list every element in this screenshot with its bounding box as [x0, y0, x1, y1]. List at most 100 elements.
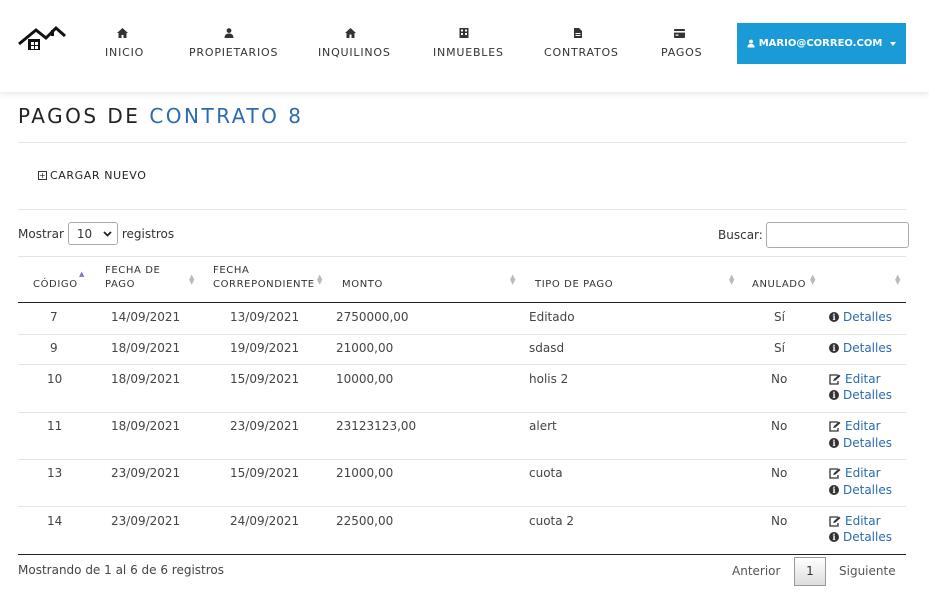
cell-fecha-pago: 23/09/2021	[111, 466, 181, 480]
home-icon	[105, 28, 139, 42]
divider	[18, 256, 906, 257]
nav-item-inquilinos[interactable]: INQUILINOS	[318, 28, 391, 59]
cell-monto: 21000,00	[336, 466, 394, 480]
logo-icon[interactable]	[18, 24, 66, 52]
details-link[interactable]: i Detalles	[829, 310, 892, 324]
details-link[interactable]: i Detalles	[829, 436, 892, 450]
column-header-fecha-pago[interactable]: FECHA DE PAGO	[105, 264, 160, 292]
cell-tipo-pago: alert	[529, 419, 557, 433]
cell-fecha-corr: 24/09/2021	[230, 514, 300, 528]
cell-codigo: 13	[47, 466, 63, 480]
page-title-prefix: PAGOS DE	[18, 104, 150, 128]
divider	[18, 209, 906, 210]
nav-label: INICIO	[105, 46, 145, 59]
edit-link[interactable]: Editar	[829, 466, 881, 480]
cell-tipo-pago: sdasd	[529, 341, 565, 355]
cell-fecha-corr: 13/09/2021	[230, 310, 300, 324]
cell-anulado: No	[771, 372, 788, 386]
user-icon	[189, 28, 269, 42]
page-length-value: 10	[76, 226, 93, 241]
cell-tipo-pago: holis 2	[529, 372, 569, 386]
nav-label: PROPIETARIOS	[189, 46, 279, 59]
pagination-page-1[interactable]: 1	[794, 557, 826, 586]
pagination-next[interactable]: Siguiente	[839, 564, 896, 578]
pagination-previous[interactable]: Anterior	[732, 564, 780, 578]
column-header-fecha-corr[interactable]: FECHA CORREPONDIENTE	[213, 264, 315, 292]
search-input[interactable]	[765, 222, 909, 248]
details-link[interactable]: i Detalles	[829, 483, 892, 497]
cell-anulado: No	[771, 466, 788, 480]
nav-item-propietarios[interactable]: PROPIETARIOS	[189, 28, 279, 59]
nav-item-contratos[interactable]: CONTRATOS	[544, 28, 618, 59]
cell-codigo: 11	[47, 419, 63, 433]
row-divider	[18, 459, 906, 460]
cell-fecha-pago: 18/09/2021	[111, 372, 181, 386]
info-circle-icon: i	[829, 532, 839, 542]
page-length-select[interactable]: 10	[67, 222, 118, 245]
sort-icon: ▲ ▼	[810, 273, 816, 286]
cell-fecha-pago: 14/09/2021	[111, 310, 181, 324]
nav-label: PAGOS	[661, 46, 703, 59]
cell-anulado: No	[771, 514, 788, 528]
user-menu-button[interactable]: MARIO@CORREO.COM	[737, 23, 906, 64]
search-label: Buscar:	[718, 228, 763, 242]
edit-icon	[829, 373, 841, 385]
column-header-anulado[interactable]: ANULADO	[752, 278, 806, 292]
details-link[interactable]: i Detalles	[829, 530, 892, 544]
nav-label: INMUEBLES	[433, 46, 504, 59]
cell-tipo-pago: cuota 2	[529, 514, 575, 528]
new-payment-button[interactable]: + CARGAR NUEVO	[38, 169, 146, 182]
row-divider	[18, 412, 906, 413]
building-icon	[433, 28, 495, 42]
cell-fecha-corr: 19/09/2021	[230, 341, 300, 355]
cell-fecha-pago: 18/09/2021	[111, 341, 181, 355]
cell-tipo-pago: cuota	[529, 466, 563, 480]
cell-fecha-pago: 18/09/2021	[111, 419, 181, 433]
row-divider	[18, 506, 906, 507]
info-circle-icon: i	[829, 390, 839, 400]
cell-anulado: Sí	[774, 341, 785, 355]
edit-link[interactable]: Editar	[829, 514, 881, 528]
cell-monto: 21000,00	[336, 341, 394, 355]
cell-codigo: 7	[50, 310, 58, 324]
nav-label: INQUILINOS	[318, 46, 391, 59]
table-footer-border	[18, 554, 906, 555]
nav-item-inmuebles[interactable]: INMUEBLES	[433, 28, 504, 59]
cell-anulado: Sí	[774, 310, 785, 324]
nav-item-inicio[interactable]: INICIO	[105, 28, 145, 59]
caret-down-icon	[890, 41, 897, 46]
details-link[interactable]: i Detalles	[829, 341, 892, 355]
cell-codigo: 10	[47, 372, 63, 386]
user-email: MARIO@CORREO.COM	[758, 38, 883, 49]
table-header-border	[18, 302, 906, 303]
column-header-monto[interactable]: MONTO	[342, 278, 383, 292]
nav-item-pagos[interactable]: PAGOS	[661, 28, 703, 59]
details-link[interactable]: i Detalles	[829, 388, 892, 402]
column-header-tipo-pago[interactable]: TIPO DE PAGO	[535, 278, 613, 292]
edit-link[interactable]: Editar	[829, 419, 881, 433]
navbar: INICIO PROPIETARIOS INQUILINOS INMUEBLES…	[0, 0, 929, 92]
cell-fecha-corr: 23/09/2021	[230, 419, 300, 433]
row-divider	[18, 364, 906, 365]
edit-link[interactable]: Editar	[829, 372, 881, 386]
sort-asc-icon: ▲	[79, 270, 85, 278]
edit-icon	[829, 515, 841, 527]
credit-card-icon	[661, 28, 698, 42]
records-label: registros	[121, 226, 175, 241]
cell-codigo: 14	[47, 514, 63, 528]
house-icon	[318, 28, 382, 42]
row-divider	[18, 334, 906, 335]
cell-fecha-corr: 15/09/2021	[230, 372, 300, 386]
sort-icon: ▲ ▼	[729, 273, 735, 286]
sort-icon: ▲ ▼	[510, 273, 516, 286]
new-payment-label: CARGAR NUEVO	[50, 169, 147, 182]
edit-icon	[829, 467, 841, 479]
sort-icon: ▲ ▼	[895, 273, 901, 286]
cell-monto: 10000,00	[336, 372, 394, 386]
page-title: PAGOS DE CONTRATO 8	[18, 104, 303, 128]
cell-monto: 23123123,00	[336, 419, 417, 433]
info-circle-icon: i	[829, 343, 839, 353]
cell-fecha-corr: 15/09/2021	[230, 466, 300, 480]
column-header-codigo[interactable]: CÓDIGO	[33, 278, 78, 292]
edit-icon	[829, 420, 841, 432]
